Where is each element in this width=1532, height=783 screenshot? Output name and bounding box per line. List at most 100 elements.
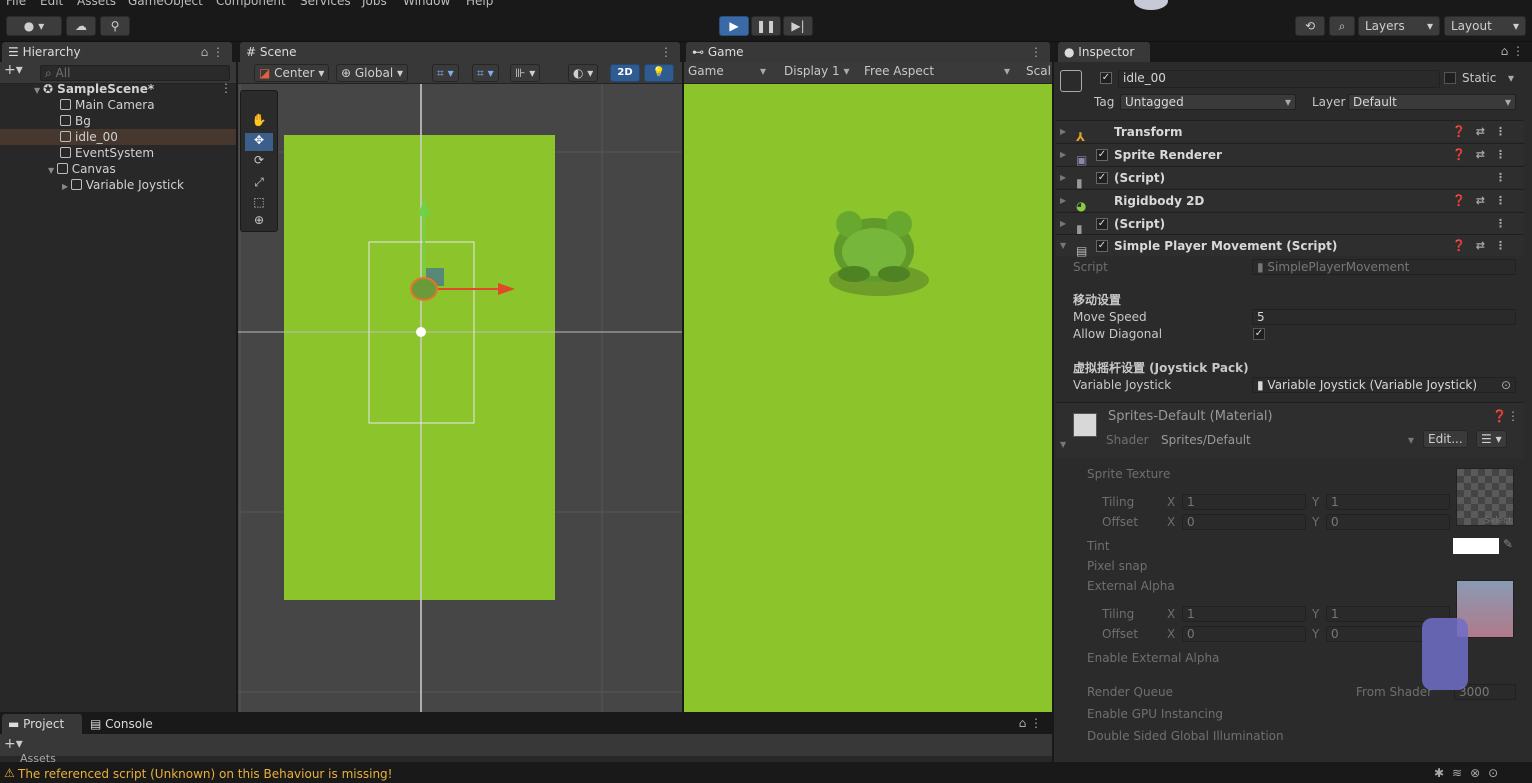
list-item[interactable]: EventSystem [60, 145, 154, 161]
component-script-missing-1[interactable]: ▶ ▮ ✓ (Script) ⋮ [1056, 166, 1524, 190]
avatar[interactable] [1134, 0, 1168, 10]
render-queue-mode-dropdown[interactable]: From Shader [1356, 685, 1432, 699]
menu-services[interactable]: Services [300, 0, 351, 8]
aspect-dropdown[interactable]: Free Aspect [864, 64, 934, 78]
menu-gameobject[interactable]: GameObject [128, 0, 203, 8]
tag-dropdown[interactable]: Untagged ▾ [1120, 94, 1296, 110]
list-item[interactable]: Bg [60, 113, 91, 129]
history-button[interactable]: ⟲ [1295, 16, 1325, 36]
assets-folder[interactable]: Assets [20, 752, 56, 762]
component-sprite-renderer[interactable]: ▶ ▣ ✓ Sprite Renderer ❓⇄⋮ [1056, 143, 1524, 167]
component-menu-icon[interactable]: ❓⇄⋮ [1452, 190, 1516, 212]
scene-viewport[interactable]: ✋ ✥ ⟳ ⤢ ⬚ ⊕ [238, 84, 682, 712]
allow-diagonal-checkbox[interactable]: ✓ [1253, 328, 1265, 340]
active-checkbox[interactable]: ✓ [1100, 72, 1112, 84]
2d-toggle[interactable]: 2D [610, 64, 640, 82]
eyedropper-icon[interactable]: ✎ [1503, 537, 1513, 551]
menu-icon[interactable]: ⋮ [660, 42, 672, 62]
component-menu-icon[interactable]: ❓⇄⋮ [1452, 144, 1516, 166]
game-viewport[interactable] [684, 84, 1052, 712]
menu-component[interactable]: Component [216, 0, 286, 8]
component-simple-player-movement[interactable]: ▼ ▤ ✓ Simple Player Movement (Script) ❓⇄⋮ [1056, 234, 1524, 258]
menu-jobs[interactable]: Jobs [362, 0, 387, 8]
step-button[interactable]: ▶| [783, 16, 813, 36]
collab-button[interactable]: ⚲ [100, 16, 130, 36]
lock-icon[interactable]: ⌂ ⋮ [201, 42, 224, 62]
draw-mode-button[interactable]: ◐ ▾ [568, 64, 599, 82]
layout-dropdown[interactable]: Layout ▾ [1444, 16, 1526, 36]
tiling-y-input[interactable]: 1 [1326, 494, 1450, 510]
menu-help[interactable]: Help [466, 0, 493, 8]
account-dropdown[interactable]: ● ▾ [6, 16, 62, 36]
tab-hierarchy[interactable]: ☰ Hierarchy ⌂ ⋮ [2, 42, 232, 62]
enabled-checkbox[interactable]: ✓ [1096, 218, 1108, 230]
tiling-x-input[interactable]: 1 [1182, 494, 1306, 510]
offset-y-input[interactable]: 0 [1326, 514, 1450, 530]
shader-edit-button[interactable]: Edit... [1423, 430, 1468, 448]
list-item[interactable]: ▶ Variable Joystick [62, 177, 184, 193]
status-icons[interactable]: ✱≋⊗⊙ [1434, 766, 1506, 780]
chevron-down-icon[interactable]: ▼ [1060, 440, 1066, 449]
component-transform[interactable]: ▶ ⅄ Transform ❓⇄⋮ [1056, 120, 1524, 144]
chevron-down-icon[interactable]: ▾ [1508, 71, 1514, 85]
static-checkbox[interactable] [1444, 72, 1456, 84]
add-icon[interactable]: +▾ [4, 736, 23, 752]
component-rigidbody-2d[interactable]: ▶ ◕ Rigidbody 2D ❓⇄⋮ [1056, 189, 1524, 213]
object-name-input[interactable]: idle_00 [1118, 70, 1440, 88]
menu-file[interactable]: File [6, 0, 26, 8]
hand-tool-icon[interactable]: ✋ [245, 113, 273, 131]
enabled-checkbox[interactable]: ✓ [1096, 149, 1108, 161]
menu-window[interactable]: Window [403, 0, 450, 8]
list-item[interactable]: idle_00 [60, 129, 118, 145]
tiling2-x-input[interactable]: 1 [1182, 606, 1306, 622]
hierarchy-search-input[interactable]: ⌕ All [40, 65, 230, 81]
material-menu-icon[interactable]: ❓⋮ [1492, 409, 1519, 423]
game-mode-dropdown[interactable]: Game [688, 64, 724, 78]
menu-assets[interactable]: Assets [77, 0, 116, 8]
rotate-tool-icon[interactable]: ⟳ [245, 153, 273, 171]
add-icon[interactable]: +▾ [4, 62, 23, 78]
offset-x-input[interactable]: 0 [1182, 514, 1306, 530]
enabled-checkbox[interactable]: ✓ [1096, 240, 1108, 252]
scale-slider-label[interactable]: Scal [1026, 64, 1051, 78]
search-button[interactable]: ⌕ [1329, 16, 1355, 36]
offset2-x-input[interactable]: 0 [1182, 626, 1306, 642]
component-menu-icon[interactable]: ❓⇄⋮ [1452, 235, 1516, 257]
tab-console[interactable]: ▤ Console [84, 714, 164, 734]
variable-joystick-field[interactable]: ▮ Variable Joystick (Variable Joystick) ⊙ [1252, 377, 1516, 393]
display-dropdown[interactable]: Display 1 ▾ [784, 64, 850, 78]
grid-snap-button[interactable]: ⌗ ▾ [432, 64, 459, 82]
component-menu-icon[interactable]: ⋮ [1495, 167, 1516, 189]
object-picker-icon[interactable]: ⊙ [1501, 378, 1511, 392]
snap-button[interactable]: ⌗ ▾ [472, 64, 499, 82]
enabled-checkbox[interactable]: ✓ [1096, 172, 1108, 184]
move-speed-input[interactable]: 5 [1252, 309, 1516, 325]
list-item[interactable]: ▼ Canvas [48, 161, 116, 177]
scene-menu-icon[interactable]: ⋮ [220, 81, 232, 95]
component-script-missing-2[interactable]: ▶ ▮ ✓ (Script) ⋮ [1056, 212, 1524, 236]
pause-button[interactable]: ❚❚ [751, 16, 781, 36]
menu-edit[interactable]: Edit [40, 0, 63, 8]
floating-assistant-icon[interactable] [1422, 618, 1468, 690]
lock-icon[interactable]: ⌂ ⋮ [1501, 44, 1524, 58]
move-tool-icon[interactable]: ✥ [245, 133, 273, 151]
lighting-toggle[interactable]: 💡 [644, 64, 674, 82]
menu-icon[interactable]: ⋮ [1030, 42, 1042, 62]
shader-options-button[interactable]: ☰ ▾ [1476, 430, 1507, 448]
pivot-dropdown[interactable]: ◪ Center ▾ [254, 64, 330, 82]
lock-icon[interactable]: ⌂ ⋮ [1019, 716, 1042, 730]
space-dropdown[interactable]: ⊕ Global ▾ [336, 64, 408, 82]
scene-root-item[interactable]: ▼ ✪ SampleScene* [34, 81, 154, 97]
layer-dropdown[interactable]: Default ▾ [1348, 94, 1516, 110]
tab-game[interactable]: ⊷ Game ⋮ [686, 42, 1050, 62]
cloud-button[interactable]: ☁ [66, 16, 96, 36]
status-message[interactable]: The referenced script (Unknown) on this … [18, 767, 392, 781]
tint-color-swatch[interactable] [1453, 538, 1499, 554]
component-menu-icon[interactable]: ❓⇄⋮ [1452, 121, 1516, 143]
increment-snap-button[interactable]: ⊪ ▾ [510, 64, 541, 82]
scale-tool-icon[interactable]: ⤢ [245, 175, 273, 193]
component-menu-icon[interactable]: ⋮ [1495, 213, 1516, 235]
tab-inspector[interactable]: ● Inspector [1058, 42, 1150, 62]
tab-project[interactable]: ▬ Project [2, 714, 82, 734]
layers-dropdown[interactable]: Layers ▾ [1358, 16, 1440, 36]
